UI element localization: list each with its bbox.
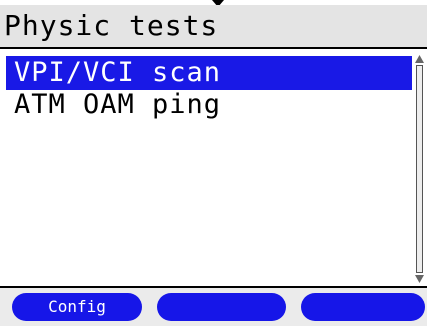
softkey-3[interactable] [301, 293, 425, 321]
menu-item-vpi-vci-scan[interactable]: VPI/VCI scan [6, 56, 412, 90]
softkey-bar: Config [0, 288, 427, 326]
menu-item-label: VPI/VCI scan [14, 57, 222, 88]
menu-item-label: ATM OAM ping [14, 89, 222, 120]
page-title: Physic tests [4, 9, 219, 42]
scroll-up-arrow-icon[interactable] [415, 55, 424, 63]
config-softkey[interactable]: Config [12, 293, 142, 321]
scroll-track[interactable] [416, 65, 423, 273]
menu-item-atm-oam-ping[interactable]: ATM OAM ping [6, 88, 412, 122]
scroll-down-arrow-icon[interactable] [415, 275, 424, 283]
device-screen: Physic tests VPI/VCI scan ATM OAM ping C… [0, 0, 427, 326]
softkey-2[interactable] [157, 293, 286, 321]
scrollbar[interactable] [414, 55, 425, 283]
title-bar: Physic tests [0, 5, 427, 49]
